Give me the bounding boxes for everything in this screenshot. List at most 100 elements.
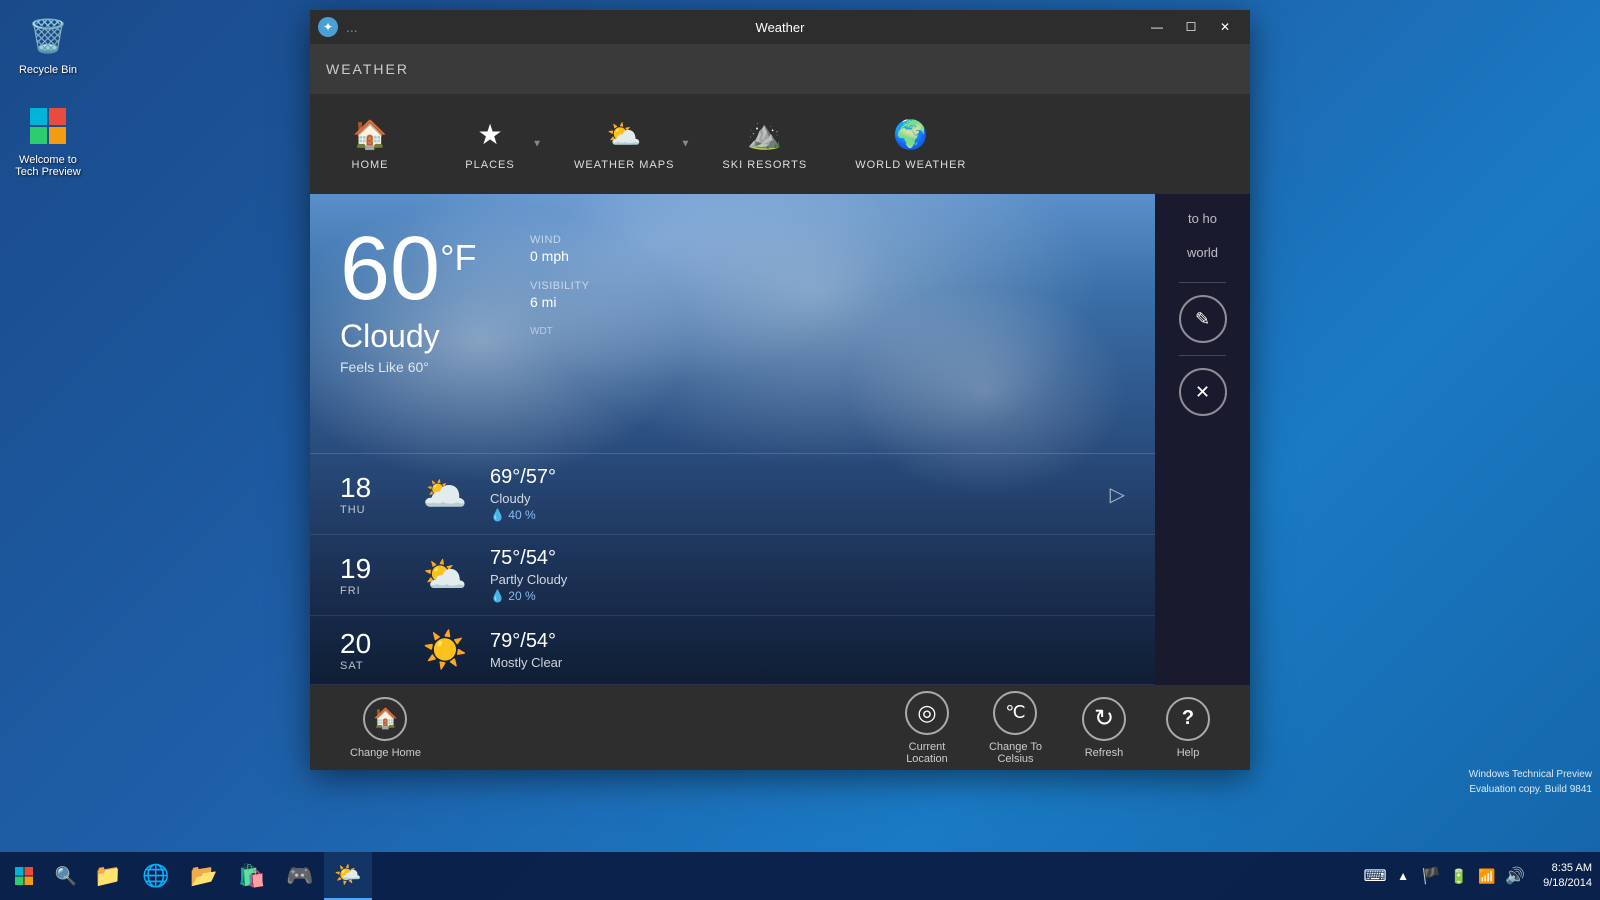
search-button[interactable]: 🔍 bbox=[48, 858, 84, 894]
thu-description: Cloudy bbox=[490, 491, 1090, 506]
sat-temps: 79°/54° bbox=[490, 630, 1125, 653]
window-title-dots: ... bbox=[346, 19, 1132, 35]
thu-play-button[interactable]: ▷ bbox=[1110, 482, 1125, 507]
flag-icon[interactable]: 🏴 bbox=[1419, 864, 1443, 888]
minimize-button[interactable]: — bbox=[1140, 10, 1174, 44]
panel-text-line2: world bbox=[1187, 244, 1218, 262]
fri-day-name: FRI bbox=[340, 585, 400, 597]
taskbar: 🔍 📁 🌐 📂 🛍️ 🎮 🌤️ ⌨ ▲ 🏴 🔋 📶 🔊 8:35 AM bbox=[0, 852, 1600, 900]
temperature-unit: °F bbox=[440, 240, 476, 276]
recycle-bin-label: Recycle Bin bbox=[19, 64, 77, 76]
wind-label: Wind bbox=[530, 234, 589, 246]
folder-icon: 📂 bbox=[190, 863, 217, 889]
tab-weather-maps-label: WEATHER MAPS bbox=[574, 159, 674, 171]
tab-weather-maps[interactable]: ⛅ WEATHER MAPS ▼ bbox=[550, 94, 698, 194]
refresh-button[interactable]: ↻ Refresh bbox=[1062, 689, 1146, 767]
places-dropdown-arrow: ▼ bbox=[532, 139, 542, 150]
taskbar-item-file-explorer[interactable]: 📁 bbox=[84, 852, 132, 900]
fri-precip: 💧 20 % bbox=[490, 589, 1125, 603]
desktop: 🗑️ Recycle Bin Welcome to Tech Preview ✦… bbox=[0, 0, 1600, 852]
tab-ski-resorts[interactable]: ⛰️ SKI RESORTS bbox=[698, 94, 831, 194]
thu-icon: 🌥️ bbox=[420, 473, 470, 515]
weather-nav-tabs: 🏠 HOME ★ PLACES ▼ ⛅ WEATHER MAPS ▼ ⛰️ SK… bbox=[310, 94, 1250, 194]
fri-temps-desc: 75°/54° Partly Cloudy 💧 20 % bbox=[490, 547, 1125, 603]
weather-maps-icon: ⛅ bbox=[607, 118, 642, 151]
forecast-row-thu: 18 THU 🌥️ 69°/57° Cloudy 💧 40 % ▷ bbox=[310, 454, 1155, 535]
window-titlebar: ✦ ... Weather — ☐ ✕ bbox=[310, 10, 1250, 44]
close-button[interactable]: ✕ bbox=[1208, 10, 1242, 44]
ski-resorts-icon: ⛰️ bbox=[747, 118, 782, 151]
up-arrow-icon[interactable]: ▲ bbox=[1391, 864, 1415, 888]
current-weather-info: 60°F Cloudy Feels Like 60° bbox=[310, 194, 1155, 375]
thu-temps-desc: 69°/57° Cloudy 💧 40 % bbox=[490, 466, 1090, 522]
source-label: WDT bbox=[530, 326, 589, 337]
forecast-date-thu: 18 THU bbox=[340, 472, 400, 516]
panel-divider-2 bbox=[1179, 355, 1226, 356]
world-weather-icon: 🌍 bbox=[893, 118, 928, 151]
change-celsius-icon: ℃ bbox=[993, 691, 1037, 735]
ie-icon: 🌐 bbox=[142, 863, 169, 889]
panel-edit-button[interactable]: ✎ bbox=[1179, 295, 1227, 343]
signal-icon[interactable]: 📶 bbox=[1475, 864, 1499, 888]
file-explorer-icon: 📁 bbox=[94, 863, 121, 889]
fri-icon: ⛅ bbox=[420, 554, 470, 596]
weather-details: Wind 0 mph Visibility 6 mi WDT bbox=[530, 234, 589, 337]
current-location-icon: ◎ bbox=[905, 691, 949, 735]
change-home-button[interactable]: 🏠 Change Home bbox=[330, 689, 441, 767]
weather-taskbar-icon: 🌤️ bbox=[334, 862, 361, 888]
weather-navbar-title: WEATHER bbox=[326, 61, 409, 77]
refresh-label: Refresh bbox=[1085, 747, 1124, 759]
sat-icon: ☀️ bbox=[420, 629, 470, 671]
start-button[interactable] bbox=[0, 852, 48, 900]
thu-temps: 69°/57° bbox=[490, 466, 1090, 489]
system-tray: ⌨ ▲ 🏴 🔋 📶 🔊 bbox=[1355, 864, 1535, 888]
window-title: Weather bbox=[756, 20, 805, 35]
wind-value: 0 mph bbox=[530, 248, 589, 264]
condition-text: Cloudy bbox=[340, 318, 1125, 355]
taskbar-item-xbox[interactable]: 🎮 bbox=[276, 852, 324, 900]
welcome-icon bbox=[24, 102, 72, 150]
tab-world-weather[interactable]: 🌍 WORLD WEATHER bbox=[831, 94, 990, 194]
help-icon: ? bbox=[1166, 697, 1210, 741]
system-clock[interactable]: 8:35 AM 9/18/2014 bbox=[1535, 861, 1600, 892]
help-button[interactable]: ? Help bbox=[1146, 689, 1230, 767]
taskbar-item-ie[interactable]: 🌐 bbox=[132, 852, 180, 900]
maximize-button[interactable]: ☐ bbox=[1174, 10, 1208, 44]
taskbar-item-store[interactable]: 🛍️ bbox=[228, 852, 276, 900]
recycle-bin-icon: 🗑️ bbox=[24, 12, 72, 60]
forecast-container: 18 THU 🌥️ 69°/57° Cloudy 💧 40 % ▷ bbox=[310, 453, 1155, 685]
desktop-icon-recycle-bin[interactable]: 🗑️ Recycle Bin bbox=[8, 8, 88, 80]
tab-world-weather-label: WORLD WEATHER bbox=[855, 159, 966, 171]
weather-maps-dropdown-arrow: ▼ bbox=[681, 139, 691, 150]
change-celsius-button[interactable]: ℃ Change to Celsius bbox=[969, 683, 1062, 773]
clock-date: 9/18/2014 bbox=[1543, 876, 1592, 891]
weather-content: 60°F Cloudy Feels Like 60° Wind 0 mph Vi… bbox=[310, 194, 1250, 685]
change-celsius-label: Change to Celsius bbox=[989, 741, 1042, 765]
tab-home[interactable]: 🏠 HOME bbox=[310, 94, 430, 194]
volume-icon[interactable]: 🔊 bbox=[1503, 864, 1527, 888]
weather-right-panel: to ho world ✎ ✕ bbox=[1155, 194, 1250, 685]
sat-day-num: 20 bbox=[340, 628, 400, 660]
forecast-date-fri: 19 FRI bbox=[340, 553, 400, 597]
keyboard-icon[interactable]: ⌨ bbox=[1363, 864, 1387, 888]
taskbar-item-folder[interactable]: 📂 bbox=[180, 852, 228, 900]
fri-day-num: 19 bbox=[340, 553, 400, 585]
places-icon: ★ bbox=[477, 118, 502, 151]
panel-remove-button[interactable]: ✕ bbox=[1179, 368, 1227, 416]
xbox-icon: 🎮 bbox=[286, 863, 313, 889]
taskbar-items: 📁 🌐 📂 🛍️ 🎮 🌤️ bbox=[84, 852, 1355, 900]
weather-main: 60°F Cloudy Feels Like 60° Wind 0 mph Vi… bbox=[310, 194, 1155, 685]
current-location-button[interactable]: ◎ Current Location bbox=[885, 683, 969, 773]
window-controls: — ☐ ✕ bbox=[1140, 10, 1242, 44]
tab-places[interactable]: ★ PLACES ▼ bbox=[430, 94, 550, 194]
fri-temps: 75°/54° bbox=[490, 547, 1125, 570]
desktop-icon-welcome[interactable]: Welcome to Tech Preview bbox=[8, 98, 88, 182]
battery-icon[interactable]: 🔋 bbox=[1447, 864, 1471, 888]
visibility-value: 6 mi bbox=[530, 294, 589, 310]
temperature-value: 60 bbox=[340, 219, 440, 319]
weather-window: ✦ ... Weather — ☐ ✕ WEATHER 🏠 bbox=[310, 10, 1250, 770]
taskbar-item-weather[interactable]: 🌤️ bbox=[324, 852, 372, 900]
tab-places-label: PLACES bbox=[465, 159, 514, 171]
visibility-label: Visibility bbox=[530, 280, 589, 292]
window-app-icon: ✦ bbox=[318, 17, 338, 37]
